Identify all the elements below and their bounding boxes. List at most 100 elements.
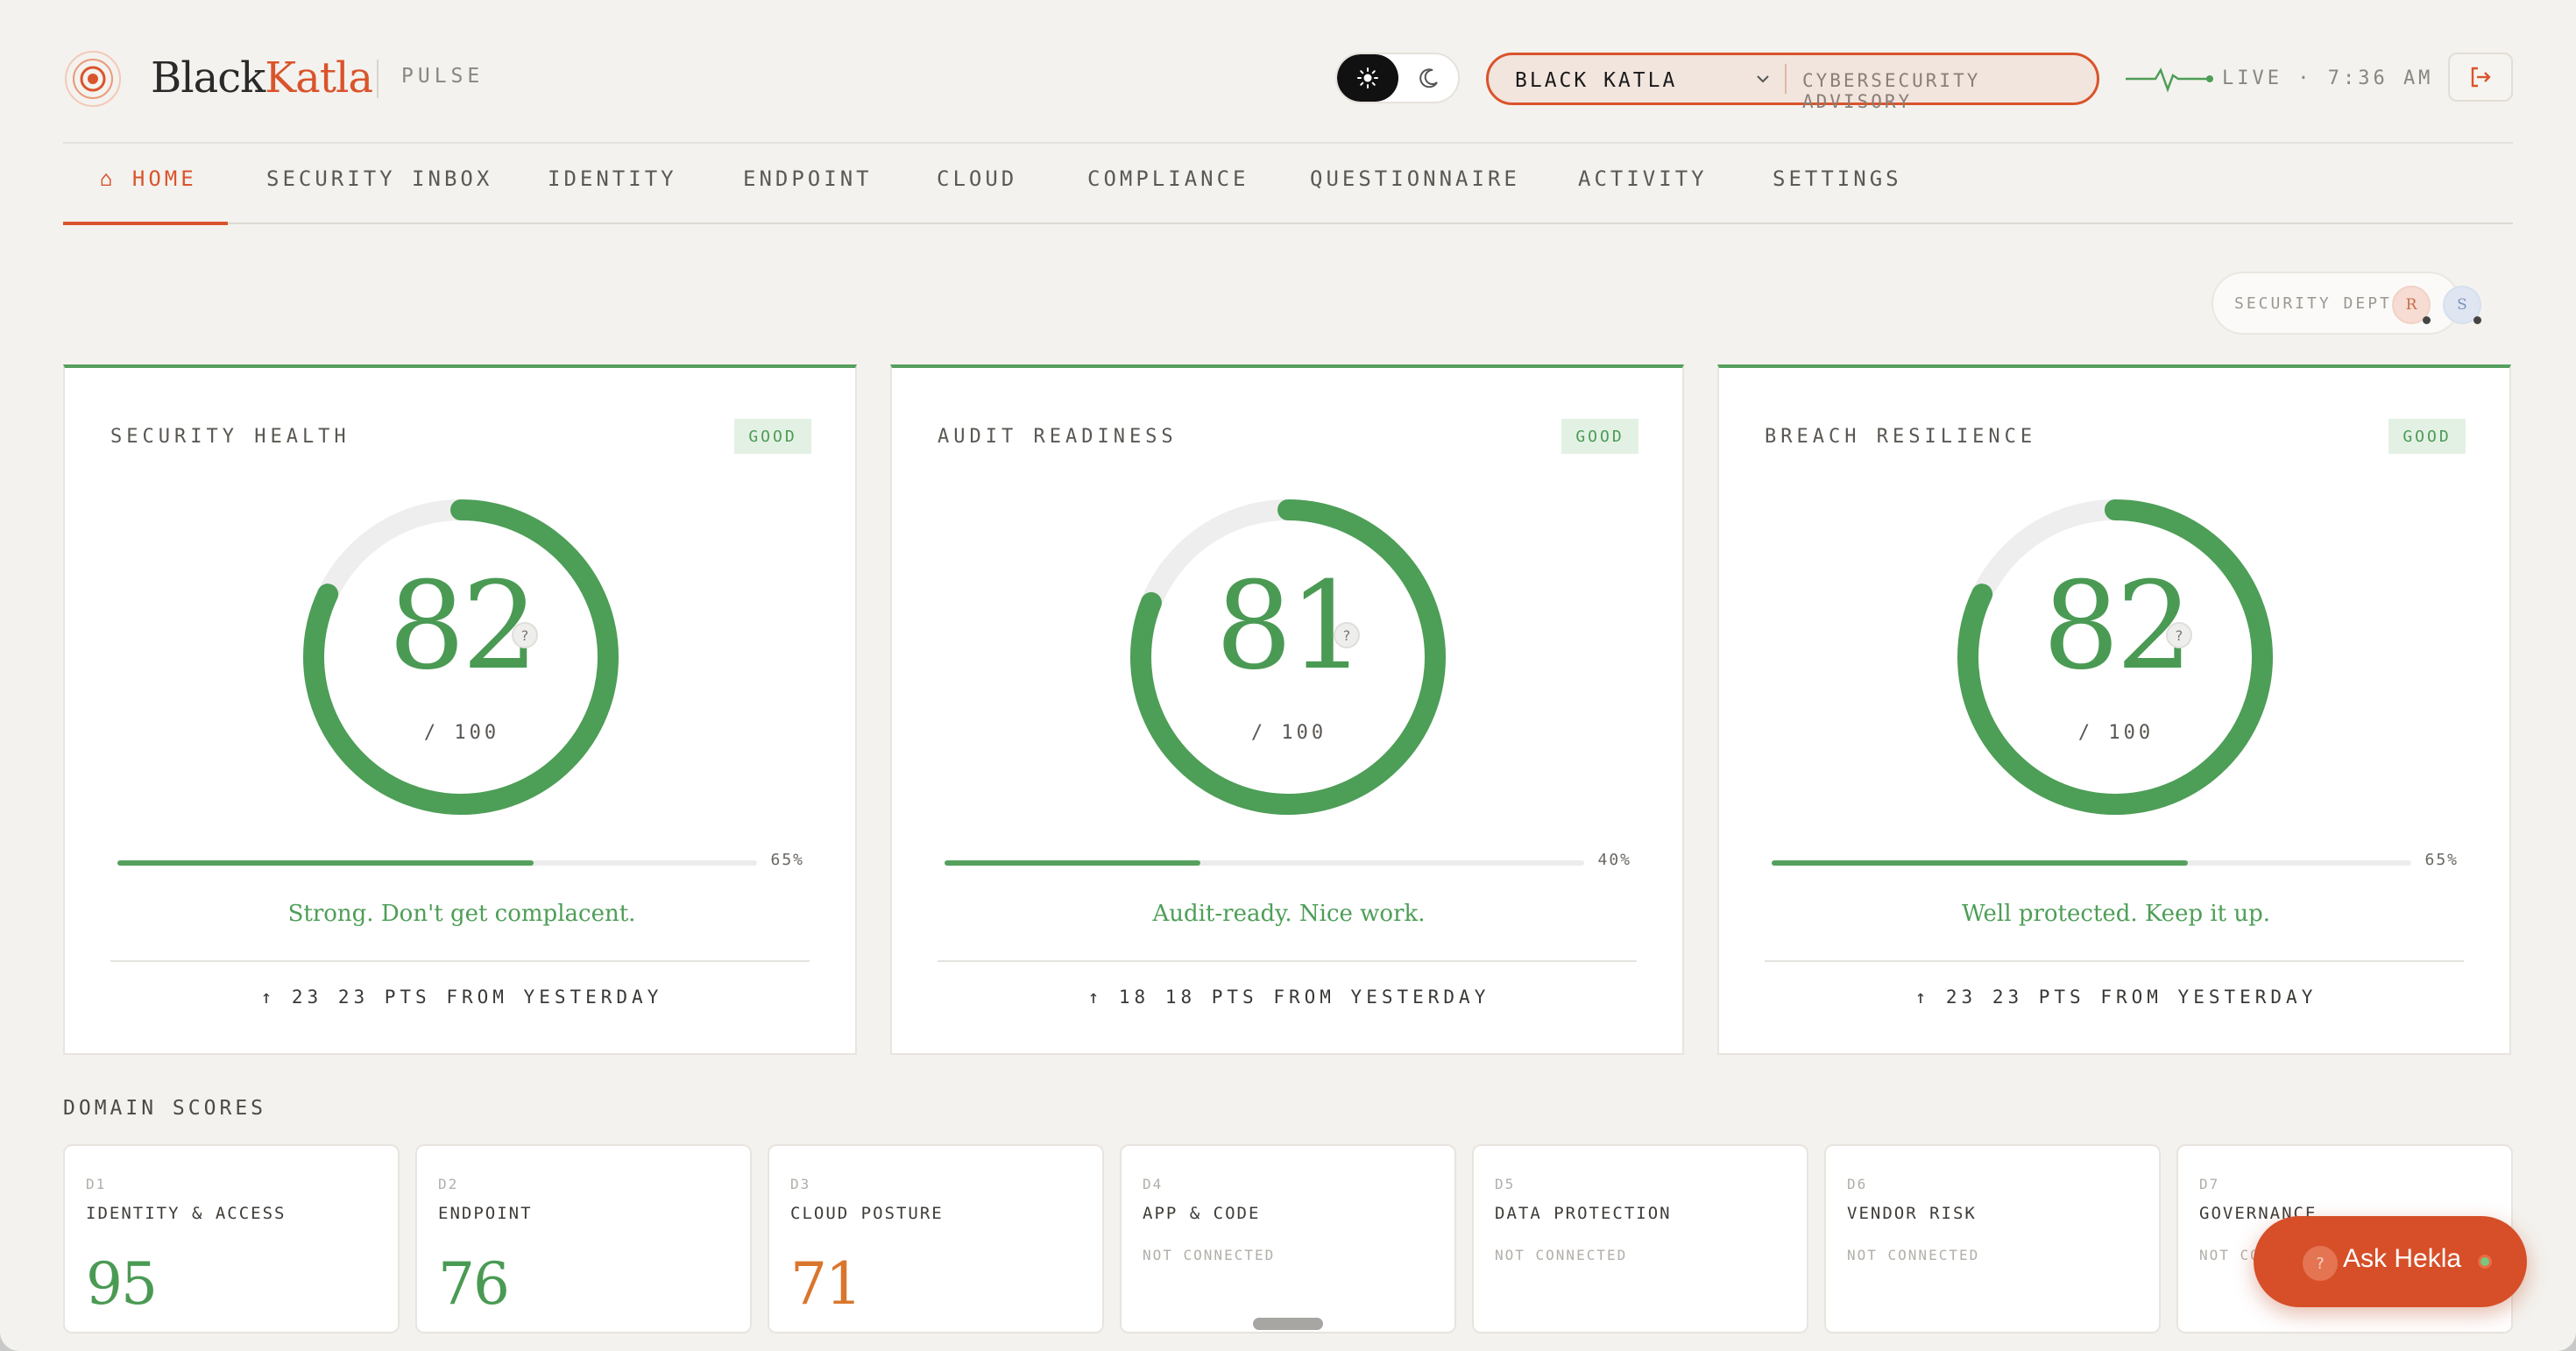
avatar[interactable]: R <box>2392 286 2431 324</box>
online-status-dot <box>2478 1255 2492 1269</box>
tab-home[interactable]: ⌂ HOME <box>100 166 197 191</box>
score-delta: ↑ 23 23 PTS FROM YESTERDAY <box>260 987 663 1008</box>
score-tagline: Strong. Don't get complacent. <box>287 901 636 927</box>
domain-card-endpoint[interactable]: D2 ENDPOINT 76 <box>415 1144 752 1333</box>
domain-card-cloud-posture[interactable]: D3 CLOUD POSTURE 71 <box>768 1144 1104 1333</box>
help-icon[interactable]: ? <box>2166 622 2192 648</box>
domain-score: 76 <box>438 1250 510 1318</box>
score-value: 81 <box>1215 555 1366 697</box>
theme-toggle[interactable] <box>1335 53 1460 103</box>
domain-card-app-code[interactable]: D4 APP & CODE NOT CONNECTED <box>1120 1144 1456 1333</box>
card-divider <box>938 960 1637 962</box>
help-icon[interactable]: ? <box>512 622 538 648</box>
product-tag: PULSE <box>401 65 485 88</box>
light-mode-button[interactable] <box>1337 54 1398 102</box>
tab-activity[interactable]: ACTIVITY <box>1578 166 1708 191</box>
progress-label: 65% <box>770 851 804 869</box>
question-icon: ? <box>2303 1246 2338 1281</box>
presence-dot <box>2423 316 2431 324</box>
domain-card-data-protection[interactable]: D5 DATA PROTECTION NOT CONNECTED <box>1472 1144 1808 1333</box>
domain-name: ENDPOINT <box>438 1204 533 1223</box>
score-card-security-health[interactable]: SECURITY HEALTH GOOD 82 ? / 100 65% Stro… <box>63 364 857 1055</box>
progress-label: 65% <box>2424 851 2459 869</box>
logout-icon <box>2471 67 2491 88</box>
card-divider <box>110 960 810 962</box>
domain-code: D7 <box>2199 1176 2220 1192</box>
domain-name: CLOUD POSTURE <box>790 1204 944 1223</box>
ask-hekla-button[interactable]: ? Ask Hekla <box>2254 1216 2527 1307</box>
team-selector[interactable]: SECURITY DEPT R S <box>2212 272 2481 335</box>
top-header: BlackKatla PULSE BLACK KATLA CYBERSECURI… <box>63 42 2513 114</box>
domain-card-vendor-risk[interactable]: D6 VENDOR RISK NOT CONNECTED <box>1824 1144 2161 1333</box>
progress-bar <box>945 860 1584 866</box>
card-divider <box>1765 960 2464 962</box>
live-status: LIVE · 7:36 AM <box>2124 53 2430 105</box>
dashboard-page: BlackKatla PULSE BLACK KATLA CYBERSECURI… <box>0 0 2576 1351</box>
org-subtitle: CYBERSECURITY ADVISORY <box>1802 70 1981 112</box>
score-max: / 100 <box>1250 722 1327 744</box>
brand-name-accent: Katla <box>265 53 373 103</box>
progress-fill <box>1772 860 2188 866</box>
brand-name[interactable]: BlackKatla <box>151 47 373 109</box>
dark-mode-button[interactable] <box>1398 54 1458 102</box>
live-clock: LIVE · 7:36 AM <box>2222 67 2434 89</box>
score-delta: ↑ 23 23 PTS FROM YESTERDAY <box>1914 987 2318 1008</box>
domain-card-identity-access[interactable]: D1 IDENTITY & ACCESS 95 <box>63 1144 400 1333</box>
status-badge: GOOD <box>734 419 811 454</box>
avatar-initial: R <box>2405 296 2417 314</box>
card-title: BREACH RESILIENCE <box>1765 426 2037 448</box>
tab-settings[interactable]: SETTINGS <box>1773 166 1902 191</box>
card-title: AUDIT READINESS <box>938 426 1178 448</box>
progress-label: 40% <box>1597 851 1631 869</box>
domain-name: DATA PROTECTION <box>1495 1204 1672 1223</box>
domain-code: D6 <box>1847 1176 1868 1192</box>
score-max: / 100 <box>2077 722 2155 744</box>
status-badge: GOOD <box>1561 419 1638 454</box>
chevron-down-icon <box>1757 75 1769 83</box>
progress-fill <box>117 860 534 866</box>
domain-name: APP & CODE <box>1143 1204 1261 1223</box>
score-max: / 100 <box>423 722 500 744</box>
logo-icon <box>65 51 121 107</box>
progress-bar <box>117 860 757 866</box>
domain-status: NOT CONNECTED <box>1847 1247 1980 1263</box>
card-title: SECURITY HEALTH <box>110 426 350 448</box>
tab-cloud[interactable]: CLOUD <box>937 166 1017 191</box>
tab-identity[interactable]: IDENTITY <box>548 166 677 191</box>
main-nav: ⌂ HOME SECURITY INBOX IDENTITY ENDPOINT … <box>63 142 2513 225</box>
avatar[interactable]: S <box>2443 286 2481 324</box>
moon-icon <box>1419 68 1438 88</box>
tab-compliance[interactable]: COMPLIANCE <box>1087 166 1249 191</box>
status-badge: GOOD <box>2388 419 2466 454</box>
tab-endpoint[interactable]: ENDPOINT <box>743 166 873 191</box>
organization-selector[interactable]: BLACK KATLA CYBERSECURITY ADVISORY <box>1486 53 2099 112</box>
brand-name-main: Black <box>151 53 265 103</box>
domain-status: NOT CONNECTED <box>1143 1247 1276 1263</box>
ask-hekla-label: Ask Hekla <box>2343 1244 2462 1273</box>
domain-code: D5 <box>1495 1176 1516 1192</box>
domain-score: 95 <box>86 1250 158 1318</box>
score-card-audit-readiness[interactable]: AUDIT READINESS GOOD 81 ? / 100 40% Audi… <box>890 364 1684 1055</box>
scroll-handle[interactable] <box>1253 1318 1323 1330</box>
score-card-breach-resilience[interactable]: BREACH RESILIENCE GOOD 82 ? / 100 65% We… <box>1717 364 2511 1055</box>
score-value: 82 <box>388 555 539 697</box>
tab-questionnaire[interactable]: QUESTIONNAIRE <box>1310 166 1520 191</box>
domain-code: D2 <box>438 1176 459 1192</box>
org-divider <box>1785 64 1787 94</box>
avatar-initial: S <box>2457 296 2467 314</box>
heartbeat-icon <box>2126 67 2213 93</box>
domain-scores-heading: DOMAIN SCORES <box>63 1097 267 1120</box>
help-icon[interactable]: ? <box>1334 622 1360 648</box>
domain-status: NOT CONNECTED <box>1495 1247 1628 1263</box>
progress-fill <box>945 860 1200 866</box>
brand-divider <box>377 60 379 98</box>
tab-security-inbox[interactable]: SECURITY INBOX <box>266 166 492 191</box>
active-tab-indicator <box>63 222 228 225</box>
score-tagline: Well protected. Keep it up. <box>1961 901 2271 927</box>
presence-dot <box>2473 316 2481 324</box>
domain-code: D3 <box>790 1176 811 1192</box>
domain-name: VENDOR RISK <box>1847 1204 1977 1223</box>
score-tagline: Audit-ready. Nice work. <box>1152 901 1426 927</box>
domain-code: D4 <box>1143 1176 1164 1192</box>
logout-button[interactable] <box>2448 53 2513 102</box>
